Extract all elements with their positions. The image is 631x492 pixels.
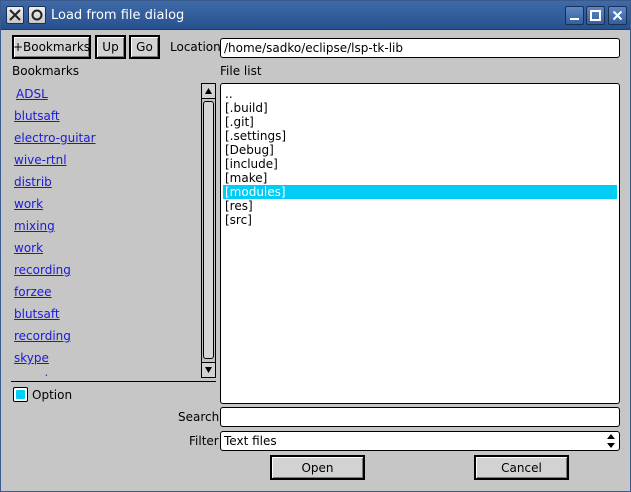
- bookmark-item[interactable]: work: [14, 197, 43, 211]
- file-list-heading: File list: [220, 64, 262, 78]
- file-item[interactable]: ..: [223, 87, 617, 101]
- filter-label: Filter: [189, 434, 219, 448]
- add-bookmark-button[interactable]: +Bookmarks: [12, 35, 91, 59]
- scroll-thumb[interactable]: [203, 101, 214, 359]
- file-item[interactable]: [Debug]: [223, 143, 617, 157]
- window-title: Load from file dialog: [51, 8, 185, 23]
- select-updown-icon: [607, 434, 615, 448]
- bookmark-item[interactable]: skype: [14, 351, 49, 365]
- bookmarks-heading: Bookmarks: [12, 64, 80, 78]
- file-item[interactable]: [.settings]: [223, 129, 617, 143]
- title-bar[interactable]: Load from file dialog: [1, 1, 630, 30]
- bookmark-item[interactable]: work: [14, 241, 43, 255]
- file-item[interactable]: [.git]: [223, 115, 617, 129]
- bookmark-item[interactable]: recording: [14, 263, 71, 277]
- open-button[interactable]: Open: [270, 455, 365, 480]
- bookmark-item[interactable]: forzee: [14, 285, 52, 299]
- maximize-button[interactable]: [586, 6, 605, 25]
- filter-value: Text files: [224, 434, 277, 448]
- up-button[interactable]: Up: [95, 35, 126, 59]
- minimize-button[interactable]: [565, 6, 584, 25]
- file-item-selected[interactable]: [modules]: [223, 185, 617, 199]
- file-item[interactable]: [include]: [223, 157, 617, 171]
- bookmark-item[interactable]: distrib: [14, 175, 52, 189]
- window-menu-icon[interactable]: [28, 6, 46, 24]
- bookmarks-divider: [11, 381, 216, 382]
- bookmark-item[interactable]: mood: [14, 373, 48, 376]
- bookmarks-list: ADSL blutsaft electro-guitar wive-rtnl d…: [11, 83, 199, 376]
- location-input[interactable]: /home/sadko/eclipse/lsp-tk-lib: [220, 38, 620, 58]
- search-label: Search: [178, 410, 220, 424]
- file-item[interactable]: [make]: [223, 171, 617, 185]
- file-item[interactable]: [.build]: [223, 101, 617, 115]
- scroll-up-button[interactable]: [202, 84, 215, 99]
- option-checkbox[interactable]: [13, 387, 28, 402]
- app-x-icon[interactable]: [6, 6, 24, 24]
- checkbox-check-icon: [16, 390, 25, 399]
- file-list[interactable]: .. [.build] [.git] [.settings] [Debug] […: [220, 83, 620, 404]
- close-button[interactable]: [608, 6, 627, 25]
- go-button[interactable]: Go: [129, 35, 160, 59]
- filter-select[interactable]: Text files: [220, 431, 620, 451]
- option-label: Option: [32, 388, 73, 402]
- bookmark-item[interactable]: wive-rtnl: [14, 153, 67, 167]
- arrow-down-icon: [205, 367, 212, 373]
- cancel-button[interactable]: Cancel: [474, 455, 569, 480]
- scroll-down-button[interactable]: [202, 362, 215, 377]
- file-item[interactable]: [src]: [223, 213, 617, 227]
- dialog-window: Load from file dialog +Bookmarks Up Go L…: [0, 0, 631, 492]
- bookmark-item[interactable]: electro-guitar: [14, 131, 96, 145]
- bookmark-item[interactable]: ADSL: [16, 87, 48, 101]
- bookmark-item[interactable]: mixing: [14, 219, 55, 233]
- location-label: Location: [170, 40, 221, 54]
- search-input[interactable]: [220, 407, 620, 427]
- bookmark-item[interactable]: blutsaft: [14, 307, 60, 321]
- bookmark-item[interactable]: blutsaft: [14, 109, 60, 123]
- arrow-up-icon: [205, 88, 212, 94]
- bookmarks-scrollbar[interactable]: [201, 83, 216, 378]
- file-item[interactable]: [res]: [223, 199, 617, 213]
- bookmark-item[interactable]: recording: [14, 329, 71, 343]
